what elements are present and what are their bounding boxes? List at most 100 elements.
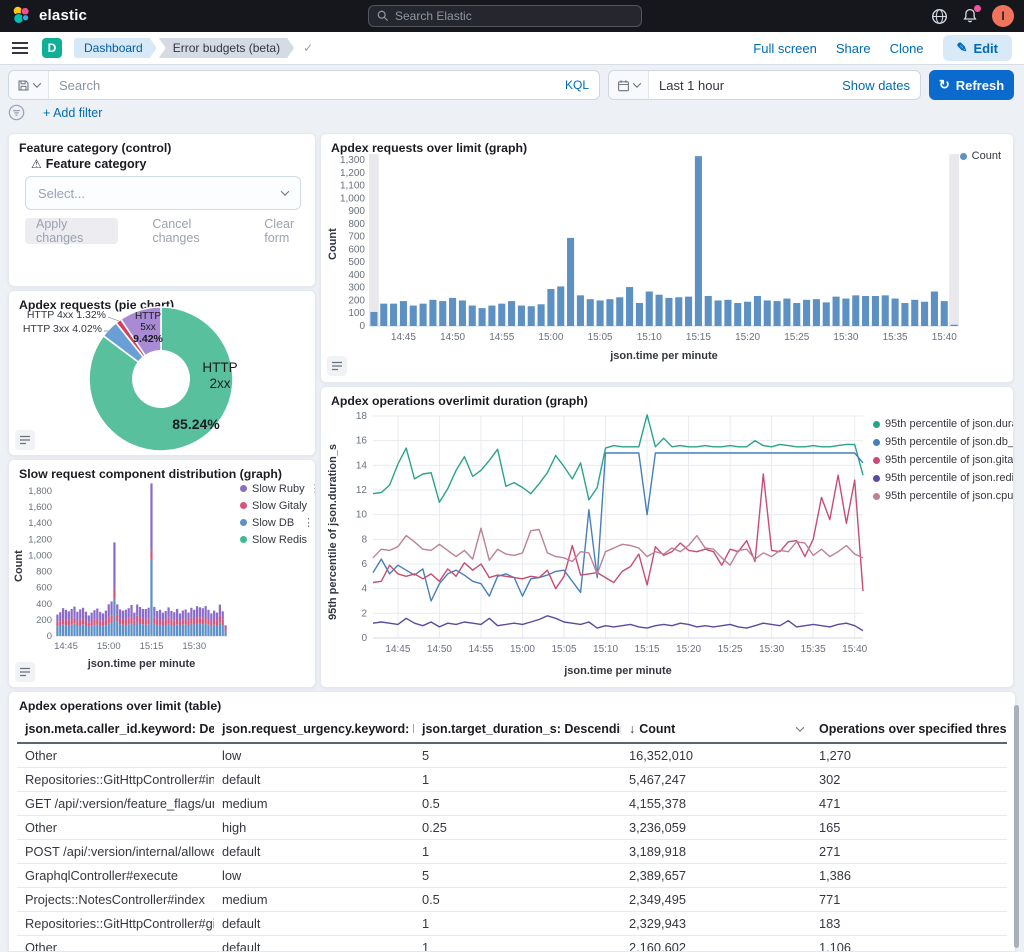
time-range-value[interactable]: Last 1 hour bbox=[659, 78, 724, 93]
svg-text:14: 14 bbox=[356, 460, 368, 471]
dashboard-app-icon[interactable]: D bbox=[42, 38, 62, 58]
table-scrollbar[interactable] bbox=[1014, 705, 1019, 948]
panel-options-icon[interactable] bbox=[15, 662, 35, 682]
chevron-down-icon bbox=[33, 79, 41, 87]
table-row[interactable]: GraphqlController#executelow52,389,6571,… bbox=[17, 864, 1007, 888]
column-header[interactable]: json.target_duration_s: Descending bbox=[414, 718, 621, 742]
legend-item[interactable]: Count bbox=[960, 150, 1001, 162]
share-link[interactable]: Share bbox=[836, 41, 871, 56]
legend-item[interactable]: 95th percentile of json.gital... bbox=[873, 454, 1014, 466]
table-row[interactable]: GET /api/:version/feature_flags/unleash.… bbox=[17, 792, 1007, 816]
clear-form-button[interactable]: Clear form bbox=[264, 217, 315, 245]
table-cell: 0.25 bbox=[414, 816, 621, 839]
table-cell: 2,329,943 bbox=[621, 912, 811, 935]
legend-item[interactable]: 95th percentile of json.dura... bbox=[873, 418, 1014, 430]
clone-link[interactable]: Clone bbox=[890, 41, 924, 56]
bar-chart[interactable]: 01002003004005006007008009001,0001,1001,… bbox=[321, 134, 1014, 383]
kql-search-bar[interactable]: Search KQL bbox=[8, 70, 600, 100]
table-cell: 165 bbox=[811, 816, 1007, 839]
kql-label[interactable]: KQL bbox=[565, 78, 589, 92]
svg-text:15:05: 15:05 bbox=[552, 644, 577, 655]
svg-text:15:00: 15:00 bbox=[538, 332, 563, 343]
svg-text:15:00: 15:00 bbox=[97, 641, 121, 652]
svg-text:300: 300 bbox=[348, 283, 365, 294]
panel-requests-over-limit: Apdex requests over limit (graph) 010020… bbox=[320, 133, 1014, 383]
legend-actions-icon[interactable]: ⋮ bbox=[310, 482, 316, 495]
chart-legend: 95th percentile of json.dura... 95th perc… bbox=[873, 418, 1014, 508]
user-avatar[interactable]: I bbox=[992, 5, 1014, 27]
calendar-menu[interactable] bbox=[609, 71, 649, 99]
table-row[interactable]: Repositories::GitHttpController#info_ref… bbox=[17, 768, 1007, 792]
legend-item[interactable]: Slow Ruby⋮ bbox=[240, 482, 314, 495]
legend-item[interactable]: Slow Gitaly⋮ bbox=[240, 499, 314, 512]
legend-actions-icon[interactable]: ⋮ bbox=[312, 533, 316, 546]
stacked-series[interactable] bbox=[56, 483, 226, 636]
edit-button[interactable]: ✎ Edit bbox=[943, 35, 1012, 61]
line-series[interactable] bbox=[373, 415, 863, 503]
table-row[interactable]: Repositories::GitHttpController#git_upl.… bbox=[17, 912, 1007, 936]
table-cell: default bbox=[214, 912, 414, 935]
table-row[interactable]: Otherhigh0.253,236,059165 bbox=[17, 816, 1007, 840]
legend-item[interactable]: Slow Redis⋮ bbox=[240, 533, 314, 546]
panel-apdex-table: Apdex operations over limit (table) json… bbox=[8, 691, 1016, 952]
feature-category-select[interactable]: Select... bbox=[25, 176, 301, 210]
table-cell: 1,270 bbox=[811, 744, 1007, 767]
line-series[interactable] bbox=[373, 528, 863, 574]
line-series[interactable] bbox=[373, 453, 863, 601]
table-cell: 1 bbox=[414, 840, 621, 863]
column-header[interactable]: json.request_urgency.keyword: Des... bbox=[214, 718, 414, 742]
saved-query-menu[interactable] bbox=[9, 71, 49, 99]
svg-text:HTTP 3xx 4.02%: HTTP 3xx 4.02% bbox=[23, 323, 102, 335]
table-cell: 2,349,495 bbox=[621, 888, 811, 911]
refresh-button[interactable]: ↻ Refresh bbox=[929, 70, 1014, 100]
svg-text:5xx: 5xx bbox=[140, 322, 156, 333]
partial-bucket-band bbox=[949, 154, 959, 326]
legend-item[interactable]: 95th percentile of json.db_... bbox=[873, 436, 1014, 448]
legend-item[interactable]: 95th percentile of json.redi... bbox=[873, 472, 1014, 484]
menu-icon[interactable] bbox=[12, 42, 28, 54]
legend-actions-icon[interactable]: ⋮ bbox=[312, 499, 316, 512]
query-input[interactable]: Search bbox=[59, 78, 100, 93]
column-header[interactable]: Operations over specified threshold... bbox=[811, 718, 1007, 742]
line-series[interactable] bbox=[373, 616, 863, 631]
svg-text:9.42%: 9.42% bbox=[133, 333, 163, 345]
panel-options-icon[interactable] bbox=[327, 356, 347, 376]
legend-item[interactable]: 95th percentile of json.cpu_s bbox=[873, 490, 1014, 502]
apply-changes-button[interactable]: Apply changes bbox=[25, 218, 118, 244]
svg-text:1,300: 1,300 bbox=[340, 155, 365, 166]
donut-hole bbox=[132, 350, 190, 408]
cloud-icon[interactable] bbox=[930, 7, 948, 25]
breadcrumb-dashboard[interactable]: Dashboard bbox=[74, 38, 157, 58]
global-search-input[interactable]: Search Elastic bbox=[368, 5, 642, 27]
filter-menu-icon[interactable] bbox=[8, 104, 25, 121]
show-dates-link[interactable]: Show dates bbox=[842, 78, 910, 93]
svg-text:400: 400 bbox=[36, 599, 52, 610]
add-filter-link[interactable]: + Add filter bbox=[43, 106, 102, 120]
panel-title: Apdex operations over limit (table) bbox=[19, 699, 221, 713]
panel-slow-components: Slow request component distribution (gra… bbox=[8, 459, 316, 688]
legend-item[interactable]: Slow DB⋮ bbox=[240, 516, 314, 529]
column-header[interactable]: ↓Count bbox=[621, 718, 811, 742]
bar-series[interactable] bbox=[370, 156, 957, 326]
legend-actions-icon[interactable]: ⋮ bbox=[303, 516, 314, 529]
time-range-picker[interactable]: Last 1 hour Show dates bbox=[608, 70, 921, 100]
svg-text:200: 200 bbox=[36, 615, 52, 626]
panel-options-icon[interactable] bbox=[15, 430, 35, 450]
chevron-down-icon[interactable] bbox=[796, 723, 804, 731]
table-row[interactable]: Otherdefault12,160,6021,106 bbox=[17, 936, 1007, 952]
legend-dot bbox=[240, 536, 247, 543]
elastic-logo[interactable]: elastic bbox=[10, 4, 87, 26]
full-screen-link[interactable]: Full screen bbox=[753, 41, 817, 56]
pie-chart[interactable]: HTTP 4xx 1.32%HTTP 3xx 4.02%HTTP5xx9.42%… bbox=[9, 291, 316, 456]
x-axis-title: json.time per minute bbox=[369, 350, 959, 362]
table-row[interactable]: POST /api/:version/internal/alloweddefau… bbox=[17, 840, 1007, 864]
column-header[interactable]: json.meta.caller_id.keyword: Desce... bbox=[17, 718, 214, 742]
table-row[interactable]: Otherlow516,352,0101,270 bbox=[17, 744, 1007, 768]
svg-text:1,000: 1,000 bbox=[28, 550, 52, 561]
save-query-icon bbox=[17, 79, 30, 92]
notifications-icon[interactable] bbox=[961, 7, 979, 25]
cancel-changes-button[interactable]: Cancel changes bbox=[152, 217, 230, 245]
table-cell: 302 bbox=[811, 768, 1007, 791]
table-row[interactable]: Projects::NotesController#indexmedium0.5… bbox=[17, 888, 1007, 912]
svg-text:15:15: 15:15 bbox=[686, 332, 711, 343]
